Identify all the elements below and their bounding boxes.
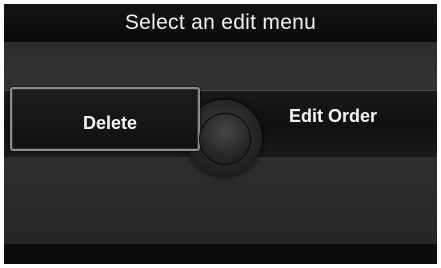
page-title: Select an edit menu (124, 11, 317, 34)
edit-order-button-label: Edit Order (288, 105, 377, 126)
edit-order-button[interactable]: Edit Order (238, 88, 428, 148)
title-bar: Select an edit menu (4, 4, 437, 42)
upper-panel (4, 42, 437, 90)
bottom-strip (4, 244, 437, 264)
delete-button-label: Delete (82, 112, 138, 133)
delete-button[interactable]: Delete (10, 87, 200, 151)
interface-dial-icon[interactable] (199, 113, 251, 165)
